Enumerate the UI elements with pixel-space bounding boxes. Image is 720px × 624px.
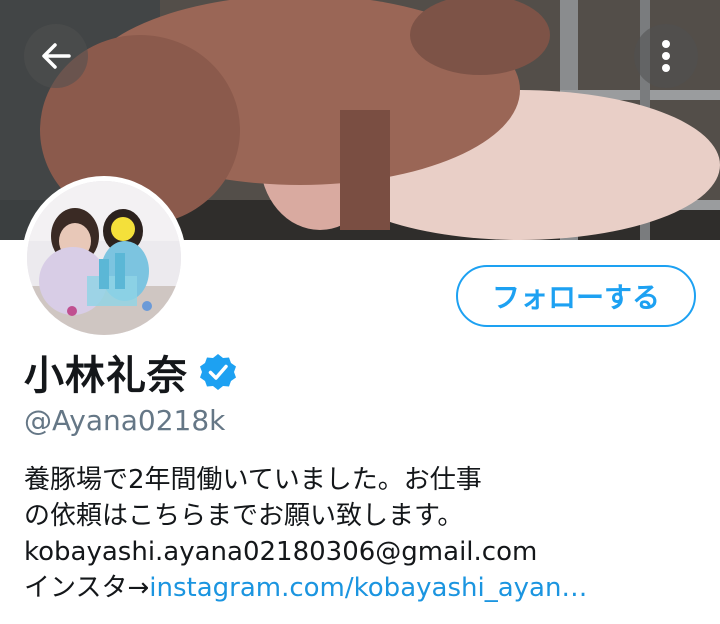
verified-badge-icon (200, 354, 236, 390)
bio-instagram-prefix: インスタ→ (24, 573, 150, 603)
avatar-image (27, 181, 181, 335)
follow-button[interactable]: フォローする (456, 265, 696, 327)
bio-line-4: インスタ→instagram.com/kobayashi_ayan… (24, 570, 704, 606)
bio-line-2: の依頼はこちらまでお願い致します。 (24, 501, 464, 531)
bio-email: kobayashi.ayana02180306@gmail.com (24, 537, 538, 567)
back-button[interactable] (24, 24, 88, 88)
more-options-button[interactable] (634, 24, 698, 88)
profile-handle: @Ayana0218k (24, 404, 226, 437)
vertical-ellipsis-icon (662, 40, 670, 72)
back-arrow-icon (42, 43, 71, 69)
bio-line-1: 養豚場で2年間働いていました。お仕事 (24, 465, 482, 495)
name-row: 小林礼奈 (24, 344, 238, 400)
profile-bio: 養豚場で2年間働いていました。お仕事 の依頼はこちらまでお願い致します。 kob… (24, 462, 704, 606)
profile-avatar[interactable] (22, 176, 186, 340)
display-name: 小林礼奈 (24, 353, 188, 399)
instagram-link[interactable]: instagram.com/kobayashi_ayan… (149, 573, 587, 603)
